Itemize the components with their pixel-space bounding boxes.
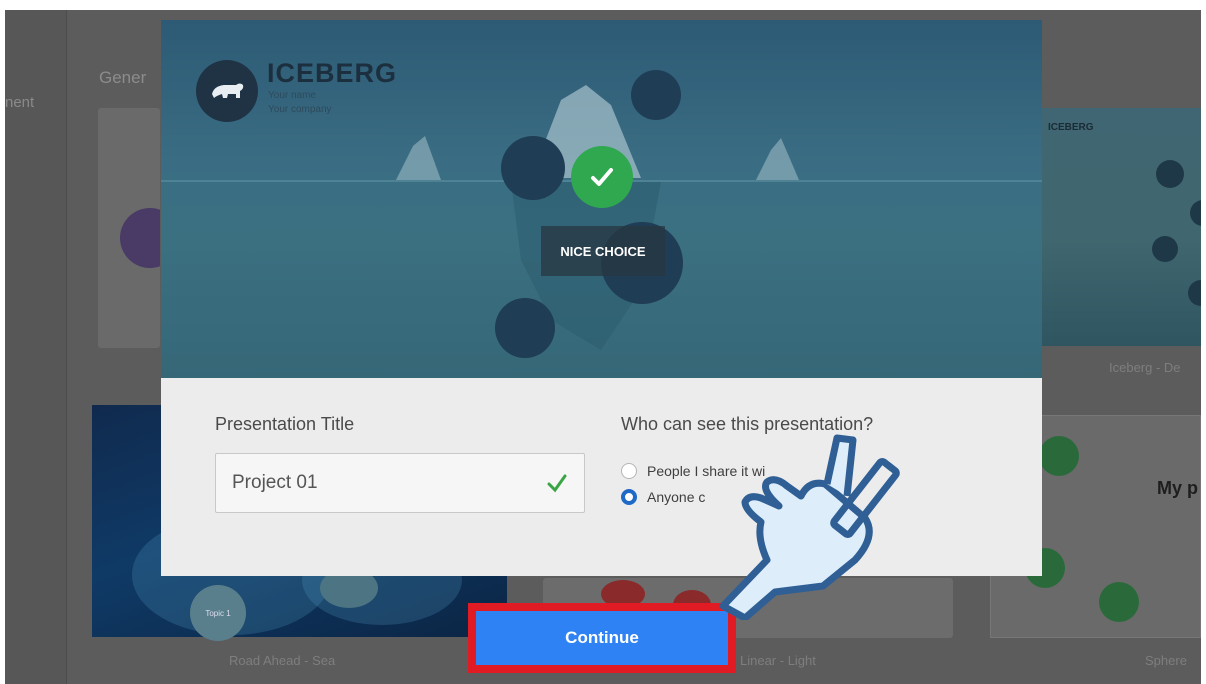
presentation-title-input[interactable]: Project 01	[215, 453, 585, 513]
polar-bear-logo-icon	[196, 60, 258, 122]
presentation-title-value[interactable]: Project 01	[232, 472, 318, 494]
create-presentation-modal: ICEBERG Your name Your company NICE CHOI…	[161, 20, 1042, 576]
thumb-node	[1156, 160, 1184, 188]
card-caption: Road Ahead - Sea	[229, 653, 336, 668]
small-iceberg	[396, 136, 441, 180]
topic-node	[631, 70, 681, 120]
continue-highlight: Continue	[468, 603, 736, 673]
presentation-title-label: Presentation Title	[215, 414, 355, 434]
side-nav-item[interactable]: nent	[5, 94, 34, 111]
thumb-node	[1152, 236, 1178, 262]
template-company-line: Your company	[268, 104, 332, 115]
topic-node	[501, 136, 565, 200]
pointing-hand-icon	[719, 434, 900, 620]
radio-button[interactable]	[621, 463, 637, 479]
thumb-title: ICEBERG	[1048, 122, 1094, 133]
template-title: ICEBERG	[267, 58, 398, 88]
card-caption: Sphere	[1145, 653, 1187, 668]
valid-checkmark-icon	[547, 474, 567, 493]
template-name-line: Your name	[268, 90, 316, 101]
side-nav: nent	[5, 10, 67, 684]
topic-node	[495, 298, 555, 358]
visibility-option-anyone[interactable]: Anyone c	[621, 489, 705, 505]
radio-label: Anyone c	[647, 489, 706, 505]
app-screen: nent Gener Topic 1 Road Ahead - Sea Line…	[5, 10, 1201, 684]
template-card-iceberg[interactable]: ICEBERG	[1042, 108, 1201, 346]
card-caption: Iceberg - De	[1109, 360, 1181, 375]
thumb-node	[1099, 582, 1139, 622]
thumb-node	[1039, 436, 1079, 476]
screenshot-frame: nent Gener Topic 1 Road Ahead - Sea Line…	[0, 0, 1206, 684]
template-preview: ICEBERG Your name Your company NICE CHOI…	[161, 20, 1042, 378]
card-caption: Linear - Light	[740, 653, 816, 668]
radio-button-selected[interactable]	[621, 489, 637, 505]
nice-choice-label: NICE CHOICE	[541, 226, 665, 276]
checkmark-icon	[571, 146, 633, 208]
template-card[interactable]	[98, 108, 160, 348]
continue-button[interactable]: Continue	[476, 611, 728, 665]
thumb-node	[1188, 280, 1201, 306]
section-title: Gener	[99, 68, 147, 87]
thumb-title: My p	[1157, 478, 1199, 498]
small-iceberg	[756, 138, 799, 180]
thumb-node	[1190, 200, 1201, 226]
presentation-form: Presentation Title Project 01 Who can se…	[161, 378, 1042, 576]
card-thumb-node	[120, 208, 160, 268]
thumb-topic-node: Topic 1	[190, 585, 246, 641]
